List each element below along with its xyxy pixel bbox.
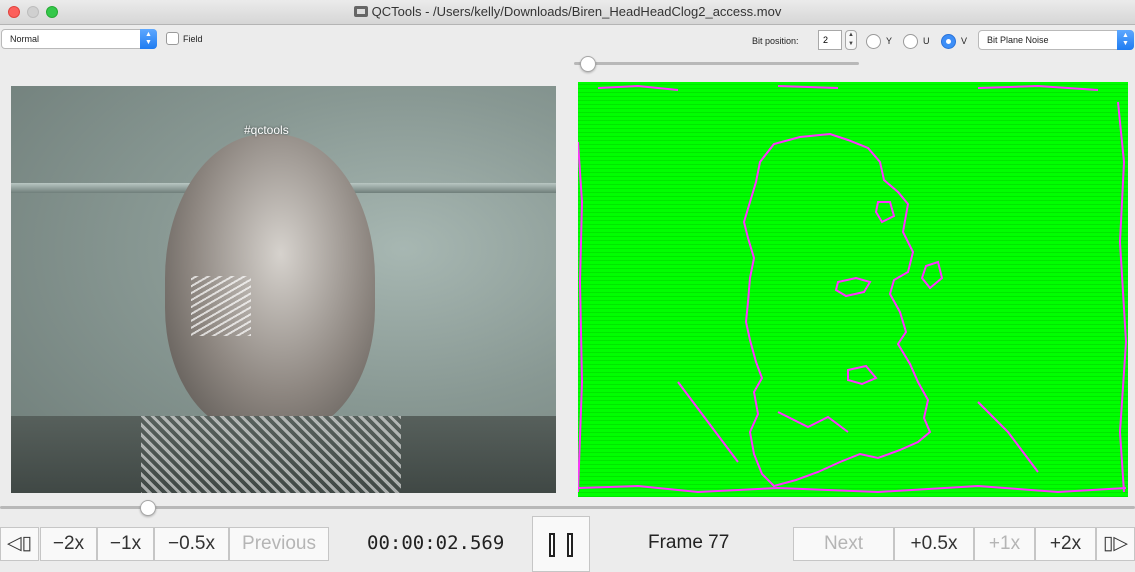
previous-label: Previous <box>242 533 316 554</box>
forward-2x-button[interactable]: +2x <box>1035 527 1096 561</box>
chevron-updown-icon: ▲ ▼ <box>140 29 157 49</box>
rewind-0.5x-button[interactable]: −0.5x <box>154 527 229 561</box>
edge-outline <box>578 84 1128 494</box>
bit-position-label: Bit position: <box>752 36 799 46</box>
forward-0.5x-button[interactable]: +0.5x <box>894 527 974 561</box>
rewind-1x-label: −1x <box>109 533 142 554</box>
filter-select[interactable]: Bit Plane Noise ▲ ▼ <box>978 30 1134 50</box>
display-mode-select[interactable]: Normal ▲ ▼ <box>1 29 157 49</box>
bit-position-value: 2 <box>823 35 829 45</box>
next-label: Next <box>823 533 864 554</box>
rewind-0.5x-label: −0.5x <box>167 533 215 554</box>
bit-position-input[interactable]: 2 <box>818 30 842 50</box>
radio-v-label: V <box>961 36 968 46</box>
filter-select-value: Bit Plane Noise <box>987 35 1049 45</box>
radio-y[interactable] <box>866 34 881 49</box>
next-frame-label: ▯▷ <box>1102 533 1129 554</box>
display-mode-value: Normal <box>10 34 40 44</box>
pause-icon <box>567 533 573 557</box>
forward-1x-button[interactable]: +1x <box>974 527 1035 561</box>
radio-y-label: Y <box>886 36 893 46</box>
rewind-2x-label: −2x <box>52 533 85 554</box>
seek-bar-track[interactable] <box>0 506 1135 509</box>
seek-bar-handle[interactable] <box>139 500 156 516</box>
previous-frame-button[interactable]: ◁▯ <box>0 527 39 561</box>
video-noise <box>141 416 401 493</box>
pause-button[interactable] <box>532 516 590 572</box>
next-frame-button[interactable]: ▯▷ <box>1096 527 1135 561</box>
window-title: QCTools - /Users/kelly/Downloads/Biren_H… <box>371 4 782 19</box>
radio-u[interactable] <box>903 34 918 49</box>
timecode: 00:00:02.569 <box>367 532 505 554</box>
bitplane-edge-map <box>578 84 1128 494</box>
filter-slider-handle[interactable] <box>580 56 597 72</box>
pause-icon <box>549 533 555 557</box>
forward-2x-label: +2x <box>1049 533 1082 554</box>
previous-frame-label: ◁▯ <box>6 533 33 554</box>
rewind-2x-button[interactable]: −2x <box>40 527 97 561</box>
chevron-updown-icon: ▲ ▼ <box>1117 30 1134 50</box>
source-video-frame <box>11 86 556 493</box>
window-title-wrap: QCTools - /Users/kelly/Downloads/Biren_H… <box>0 4 1135 19</box>
field-label: Field <box>183 34 203 44</box>
rewind-1x-button[interactable]: −1x <box>97 527 154 561</box>
title-bar: QCTools - /Users/kelly/Downloads/Biren_H… <box>0 0 1135 25</box>
next-button[interactable]: Next <box>793 527 894 561</box>
forward-0.5x-label: +0.5x <box>910 533 958 554</box>
radio-v[interactable] <box>941 34 956 49</box>
bit-position-stepper[interactable]: ▲ ▼ <box>845 30 857 50</box>
radio-u-label: U <box>923 36 930 46</box>
previous-button[interactable]: Previous <box>229 527 329 561</box>
forward-1x-label: +1x <box>988 533 1021 554</box>
frame-number: Frame 77 <box>648 532 730 553</box>
video-noise <box>191 276 251 336</box>
bitplane-noise-view <box>578 82 1128 497</box>
movie-file-icon <box>353 6 368 17</box>
field-checkbox[interactable] <box>166 32 179 45</box>
video-overlay-text: #qctools <box>244 123 289 137</box>
filter-slider-track[interactable] <box>574 62 859 65</box>
